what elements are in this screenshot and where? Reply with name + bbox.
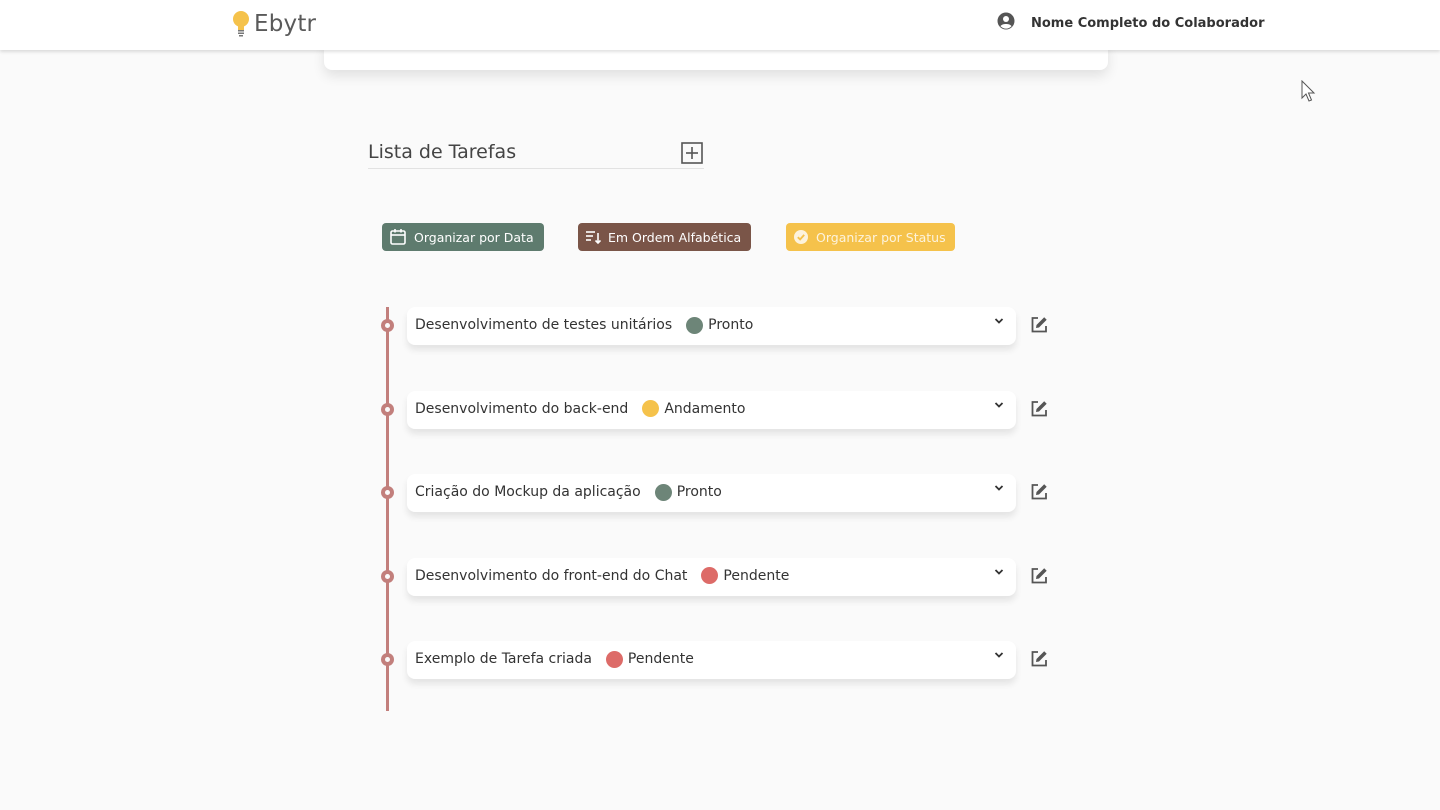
edit-icon — [1031, 651, 1047, 667]
edit-icon — [1031, 400, 1047, 416]
page-title: Lista de Tarefas — [368, 141, 517, 163]
task-title: Desenvolvimento de testes unitários — [415, 317, 673, 333]
timeline-marker — [381, 653, 394, 666]
sort-by-status-button[interactable]: Organizar por Status — [786, 223, 955, 251]
task-status: Pendente — [627, 651, 694, 667]
task-item[interactable]: Desenvolvimento do back-end Andamento — [407, 390, 1016, 429]
lightbulb-icon — [231, 10, 251, 38]
sort-alphabetical-button[interactable]: Em Ordem Alfabética — [578, 223, 751, 251]
task-row: Desenvolvimento de testes unitários Pront… — [415, 314, 753, 336]
chevron-down-icon[interactable] — [993, 650, 1005, 660]
add-task-button[interactable] — [681, 142, 703, 164]
task-title: Exemplo de Tarefa criada — [415, 651, 592, 667]
status-indicator — [686, 316, 704, 334]
edit-task-button[interactable] — [1029, 649, 1049, 669]
user-circle-icon — [997, 12, 1015, 34]
edit-task-button[interactable] — [1029, 482, 1049, 502]
plus-square-icon — [681, 142, 703, 164]
edit-icon — [1031, 484, 1047, 500]
check-circle-icon — [794, 230, 808, 244]
task-row: Criação do Mockup da aplicação Pronto — [415, 481, 722, 503]
user-menu[interactable]: Nome Completo do Colaborador — [997, 12, 1265, 34]
task-item[interactable]: Criação do Mockup da aplicação Pronto — [407, 474, 1016, 512]
chevron-down-icon[interactable] — [993, 316, 1005, 326]
task-item[interactable]: Desenvolvimento do front-end do Chat Pend… — [407, 557, 1016, 596]
task-row: Exemplo de Tarefa criada Pendente — [415, 648, 694, 670]
status-indicator — [605, 650, 623, 668]
sort-by-status-label: Organizar por Status — [816, 229, 946, 245]
logo-text: Ebytr — [254, 11, 317, 37]
sort-by-date-label: Organizar por Data — [414, 229, 534, 245]
sort-alphabetical-label: Em Ordem Alfabética — [608, 229, 742, 245]
chevron-down-icon[interactable] — [993, 400, 1005, 410]
edit-task-button[interactable] — [1029, 315, 1049, 335]
task-title: Criação do Mockup da aplicação — [415, 484, 641, 500]
task-title: Desenvolvimento do back-end — [415, 400, 629, 417]
chevron-down-icon[interactable] — [993, 567, 1005, 577]
task-item[interactable]: Desenvolvimento de testes unitários Pront… — [407, 307, 1016, 345]
sort-by-date-button[interactable]: Organizar por Data — [382, 223, 544, 251]
timeline-marker — [381, 319, 394, 332]
user-name: Nome Completo do Colaborador — [1031, 15, 1265, 31]
task-row: Desenvolvimento do back-end Andamento — [415, 398, 745, 420]
mouse-cursor-icon — [1301, 80, 1316, 102]
timeline-marker — [381, 486, 394, 499]
status-indicator — [701, 567, 719, 584]
edit-icon — [1031, 567, 1047, 583]
status-indicator — [654, 483, 672, 501]
task-row: Desenvolvimento do front-end do Chat Pend… — [415, 565, 789, 587]
timeline-marker — [381, 569, 394, 583]
edit-task-button[interactable] — [1029, 566, 1049, 586]
app-header: Ebytr Nome Completo do Colaborador — [0, 0, 1440, 50]
task-status: Pronto — [676, 484, 722, 500]
logo[interactable]: Ebytr — [231, 9, 316, 39]
sort-icon — [586, 231, 601, 245]
status-indicator — [642, 400, 660, 417]
timeline-line — [386, 307, 389, 711]
edit-task-button[interactable] — [1029, 399, 1049, 419]
task-item[interactable]: Exemplo de Tarefa criada Pendente — [407, 641, 1016, 679]
task-status: Pronto — [708, 317, 754, 333]
calendar-icon — [390, 229, 406, 245]
edit-icon — [1031, 317, 1047, 333]
task-list-header: Lista de Tarefas — [368, 140, 704, 169]
timeline-marker — [381, 402, 394, 416]
task-status: Pendente — [723, 567, 790, 584]
task-status: Andamento — [664, 400, 746, 417]
task-title: Desenvolvimento do front-end do Chat — [415, 567, 688, 584]
chevron-down-icon[interactable] — [993, 483, 1005, 493]
